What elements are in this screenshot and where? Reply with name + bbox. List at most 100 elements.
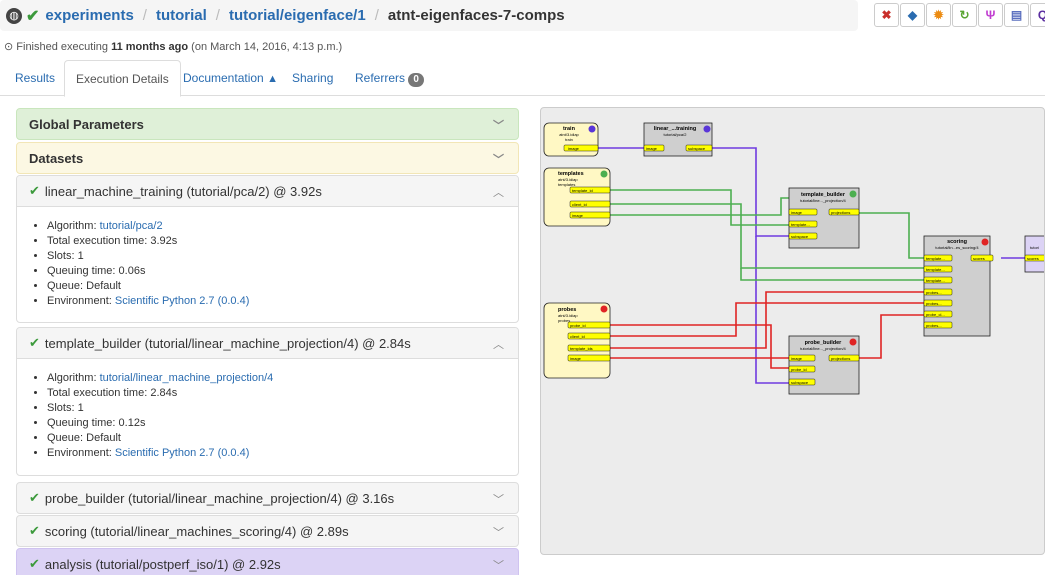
algorithm-link[interactable]: tutorial/linear_machine_projection/4: [100, 372, 274, 384]
template-builder-header[interactable]: ✔ template_builder (tutorial/linear_mach…: [17, 328, 518, 358]
node-analysis[interactable]: tutori scores: [1024, 235, 1045, 273]
breadcrumb-user[interactable]: tutorial: [156, 7, 207, 24]
tab-documentation[interactable]: Documentation ▲: [172, 60, 289, 96]
referrers-count-badge: 0: [408, 73, 424, 87]
connection-probes-scoring-2: [609, 291, 924, 349]
detail-queue: Queue: Default: [47, 431, 506, 446]
analysis-header[interactable]: ✔ analysis (tutorial/postperf_iso/1) @ 2…: [17, 549, 518, 575]
tab-bar: Results Execution Details Documentation …: [0, 60, 1045, 97]
node-template-builder[interactable]: template_builder tutorial/line..._projec…: [788, 187, 860, 249]
node-subtitle: templates: [558, 182, 575, 187]
port-label: projections: [831, 210, 850, 215]
port-label: image: [568, 146, 580, 151]
reset-button[interactable]: ↻: [952, 3, 977, 27]
port-label: subspace: [688, 146, 706, 151]
search-button[interactable]: Q: [1030, 3, 1045, 27]
port-label: probes...: [926, 301, 942, 306]
linear-machine-training-details: Algorithm: tutorial/pca/2 Total executio…: [17, 206, 518, 321]
chevron-down-icon: ﹀: [493, 494, 504, 506]
chevron-up-icon: ︿: [493, 339, 504, 351]
linear-machine-training-panel: ✔ linear_machine_training (tutorial/pca/…: [16, 175, 519, 323]
node-templates[interactable]: templates atnt/3.idiap templates templat…: [543, 167, 611, 227]
node-subtitle: tutorial/line..._projection/4: [800, 346, 846, 351]
search-icon: Q: [1037, 8, 1045, 22]
chevron-down-icon: ﹀: [493, 527, 504, 539]
port-label: scores: [1027, 256, 1039, 261]
port-label: template...: [791, 222, 810, 227]
breadcrumb-separator: /: [142, 7, 147, 24]
scoring-header[interactable]: ✔ scoring (tutorial/linear_machines_scor…: [17, 516, 518, 546]
global-parameters-panel: Global Parameters ﹀: [16, 108, 519, 140]
detail-label: Algorithm:: [47, 372, 100, 384]
connection-pb-scoring: [859, 314, 924, 359]
port-label: subspace: [791, 380, 809, 385]
clock-icon: ⊙: [4, 41, 14, 53]
panel-title: probe_builder (tutorial/linear_machine_p…: [44, 490, 395, 506]
node-subtitle: tutorial/lin...es_scoring/4: [935, 245, 979, 250]
fork-icon: Ψ: [985, 8, 996, 22]
datasets-panel: Datasets ﹀: [16, 142, 519, 174]
panel-title: scoring (tutorial/linear_machines_scorin…: [44, 523, 349, 539]
port-label: template_ids: [570, 346, 593, 351]
analysis-panel: ✔ analysis (tutorial/postperf_iso/1) @ 2…: [16, 548, 519, 575]
report-icon: ▤: [1010, 8, 1023, 22]
tab-execution-details[interactable]: Execution Details: [64, 60, 181, 97]
probe-builder-header[interactable]: ✔ probe_builder (tutorial/linear_machine…: [17, 483, 518, 513]
breadcrumb-experiments[interactable]: experiments: [45, 7, 133, 24]
breadcrumb-toolchain[interactable]: tutorial/eigenface/1: [229, 7, 366, 24]
connection-probes-pb: [609, 324, 789, 369]
port-label: subspace: [791, 234, 809, 239]
tag-icon: ◆: [907, 8, 918, 22]
globe-icon: ◍: [6, 7, 22, 24]
port-label: image: [646, 146, 658, 151]
port-label: projections: [831, 356, 850, 361]
tab-sharing[interactable]: Sharing: [281, 60, 344, 96]
report-button[interactable]: ▤: [1004, 3, 1029, 27]
detail-algorithm: Algorithm: tutorial/linear_machine_proje…: [47, 371, 506, 386]
node-train[interactable]: train atnt/3.idiap train image: [543, 122, 599, 157]
panel-title: Datasets: [29, 150, 84, 166]
check-icon: ✔: [29, 490, 40, 505]
detail-label: Algorithm:: [47, 220, 100, 232]
breadcrumb-separator: /: [215, 7, 220, 24]
experiment-name: atnt-eigenfaces-7-comps: [387, 7, 565, 24]
detail-environment: Environment: Scientific Python 2.7 (0.0.…: [47, 446, 506, 461]
port-label: image: [570, 356, 582, 361]
tab-documentation-label: Documentation: [183, 71, 264, 85]
chevron-down-icon: ﹀: [493, 120, 504, 132]
datasets-header[interactable]: Datasets ﹀: [17, 143, 518, 173]
port-label: template...: [926, 256, 945, 261]
environment-link[interactable]: Scientific Python 2.7 (0.0.4): [115, 295, 250, 307]
fork-button[interactable]: Ψ: [978, 3, 1003, 27]
reset-icon: ↻: [959, 8, 970, 22]
detail-queuing-time: Queuing time: 0.06s: [47, 264, 506, 279]
node-linear-machine-training[interactable]: linear_...training tutorial/pca/2 image …: [643, 122, 713, 157]
detail-queue: Queue: Default: [47, 279, 506, 294]
linear-machine-training-header[interactable]: ✔ linear_machine_training (tutorial/pca/…: [17, 176, 518, 206]
status-prefix: Finished executing: [16, 41, 109, 53]
tag-button[interactable]: ◆: [900, 3, 925, 27]
detail-environment: Environment: Scientific Python 2.7 (0.0.…: [47, 294, 506, 309]
attest-button[interactable]: ✹: [926, 3, 951, 27]
algorithm-link[interactable]: tutorial/pca/2: [100, 220, 163, 232]
execution-status: ⊙ Finished executing 11 months ago (on M…: [4, 40, 342, 53]
panel-title: Global Parameters: [29, 116, 144, 132]
detail-label: Environment:: [47, 447, 115, 459]
tab-results[interactable]: Results: [4, 60, 66, 96]
connection-lmt-probe-builder: [755, 236, 789, 384]
toolchain-graph[interactable]: train atnt/3.idiap train image linear_..…: [540, 107, 1045, 555]
detail-queuing-time: Queuing time: 0.12s: [47, 416, 506, 431]
delete-button[interactable]: ✖: [874, 3, 899, 27]
environment-link[interactable]: Scientific Python 2.7 (0.0.4): [115, 447, 250, 459]
tab-referrers[interactable]: Referrers 0: [344, 60, 435, 96]
connection-templates-scoring-2: [740, 268, 924, 281]
global-parameters-header[interactable]: Global Parameters ﹀: [17, 109, 518, 139]
port-label: client_id: [572, 202, 587, 207]
port-label: template...: [926, 267, 945, 272]
node-probes[interactable]: probes atnt/3.idiap probes probe_id clie…: [543, 302, 611, 379]
panel-title: analysis (tutorial/postperf_iso/1) @ 2.9…: [44, 556, 281, 572]
node-scoring[interactable]: scoring tutorial/lin...es_scoring/4 temp…: [923, 235, 994, 337]
detail-total-time: Total execution time: 2.84s: [47, 386, 506, 401]
port-label: client_id: [570, 334, 585, 339]
node-probe-builder[interactable]: probe_builder tutorial/line..._projectio…: [788, 335, 860, 395]
